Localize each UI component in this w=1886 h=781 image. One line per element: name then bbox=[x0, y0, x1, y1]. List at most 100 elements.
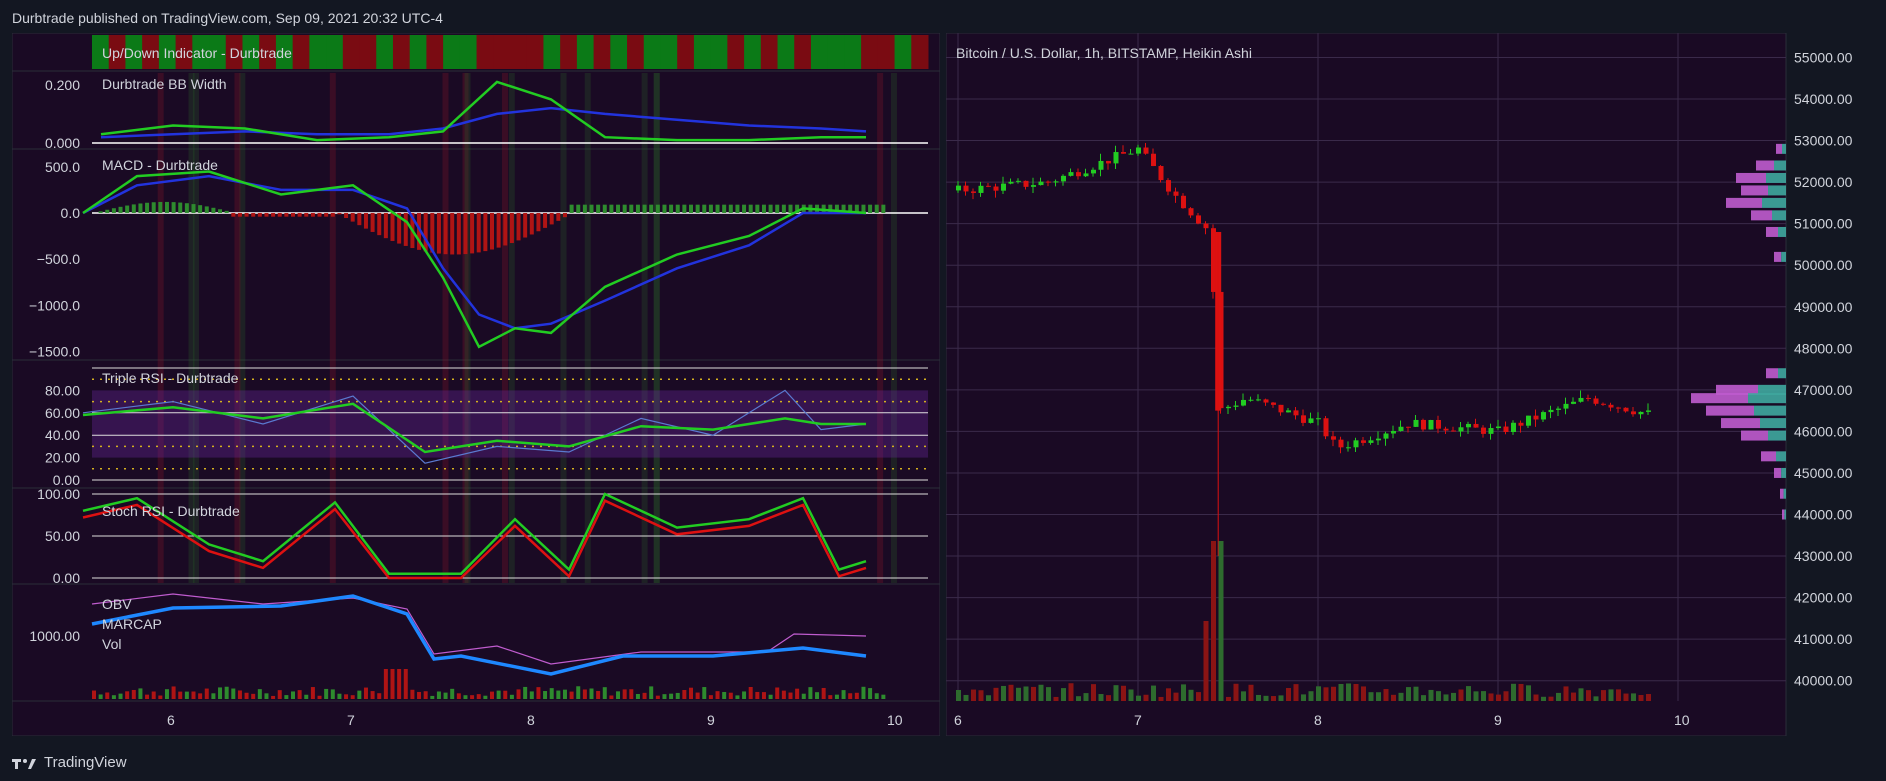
candle-body bbox=[1316, 418, 1321, 420]
macd-hist-bar bbox=[151, 202, 156, 213]
obv-vol-bar bbox=[470, 695, 475, 699]
volume-bar bbox=[956, 689, 961, 701]
macd-hist-bar bbox=[768, 204, 773, 213]
volume-bar bbox=[1188, 689, 1194, 701]
volume-bar bbox=[1046, 687, 1051, 701]
signal-band bbox=[641, 73, 648, 583]
volume-bar bbox=[1353, 683, 1359, 701]
obv-vol-bar bbox=[237, 690, 242, 699]
volume-profile-bar bbox=[1706, 405, 1754, 416]
candle-body bbox=[1308, 418, 1314, 423]
candle-body bbox=[1646, 410, 1651, 412]
candle-body bbox=[1008, 181, 1014, 184]
obv-vol-bar bbox=[304, 694, 309, 699]
macd-hist-bar bbox=[470, 212, 475, 254]
candle-body bbox=[1353, 440, 1359, 448]
macd-hist-bar bbox=[291, 212, 295, 217]
volume-profile-bar-up bbox=[1760, 418, 1786, 429]
trsi-tick: 60.00 bbox=[45, 405, 80, 421]
trsi-tick: 80.00 bbox=[45, 382, 80, 398]
signal-band bbox=[501, 73, 508, 583]
volume-bar bbox=[1638, 695, 1644, 701]
obv-vol-bar bbox=[708, 695, 713, 699]
macd-hist-bar bbox=[297, 212, 302, 217]
macd-hist-bar bbox=[662, 204, 667, 213]
obv-vol-bar bbox=[490, 691, 494, 699]
macd-hist-bar bbox=[529, 212, 534, 235]
candle-body bbox=[1368, 440, 1374, 443]
candle-body bbox=[1578, 397, 1584, 402]
macd-hist-bar bbox=[549, 212, 554, 225]
candle-body bbox=[1158, 166, 1164, 181]
obv-vol-bar bbox=[808, 687, 813, 699]
candle-body bbox=[1323, 418, 1329, 437]
volume-bar bbox=[971, 689, 976, 701]
macd-hist-bar bbox=[609, 204, 614, 213]
macd-hist-bar bbox=[775, 204, 780, 213]
macd-hist-bar bbox=[456, 212, 461, 255]
left-x-tick: 7 bbox=[347, 712, 355, 728]
volume-profile-bar bbox=[1691, 393, 1748, 404]
updown-bar bbox=[877, 35, 896, 69]
macd-hist-bar bbox=[450, 212, 455, 255]
obv-vol-bar bbox=[582, 689, 587, 699]
macd-hist-bar bbox=[868, 204, 873, 213]
macd-hist-bar bbox=[251, 212, 256, 217]
volume-profile-bar bbox=[1756, 160, 1774, 171]
volume-bar bbox=[986, 695, 991, 701]
macd-hist-bar bbox=[490, 212, 494, 250]
candle-body bbox=[1061, 175, 1066, 182]
candle-body bbox=[1608, 404, 1614, 408]
volume-bar bbox=[1143, 694, 1149, 701]
price-tick: 55000.00 bbox=[1794, 49, 1853, 65]
volume-bar bbox=[1646, 694, 1651, 701]
macd-hist-bar bbox=[695, 204, 700, 213]
obv-vol-bar bbox=[655, 695, 660, 699]
obv-vol-bar bbox=[244, 692, 249, 699]
updown-bar bbox=[426, 35, 444, 69]
obv-vol-bar bbox=[523, 686, 528, 699]
macd-hist-bar bbox=[689, 204, 693, 213]
candle-body bbox=[1016, 180, 1021, 182]
obv-vol-bar bbox=[164, 689, 169, 699]
price-tick: 45000.00 bbox=[1794, 465, 1853, 481]
obv-vol-bar bbox=[562, 689, 567, 699]
obv-vol-bar bbox=[629, 689, 634, 699]
volume-bar bbox=[1061, 688, 1066, 701]
right-frame bbox=[946, 33, 1787, 736]
volume-bar bbox=[1503, 691, 1509, 701]
obv-vol-bar bbox=[430, 695, 435, 699]
macd-hist-bar bbox=[204, 206, 209, 213]
signal-band bbox=[442, 73, 449, 583]
obv-vol-bar bbox=[251, 693, 256, 699]
obv-vol-bar bbox=[231, 688, 236, 699]
volume-bar bbox=[1436, 691, 1441, 701]
candle-body bbox=[1571, 401, 1576, 404]
macd-hist-bar bbox=[377, 212, 382, 236]
volume-profile-bar-up bbox=[1782, 143, 1786, 154]
obv-vol-bar bbox=[397, 669, 402, 699]
macd-hist-bar bbox=[556, 212, 561, 221]
candle-body bbox=[1496, 426, 1501, 429]
updown-bar bbox=[493, 35, 511, 69]
macd-hist-bar bbox=[708, 204, 713, 213]
volume-bar bbox=[1338, 683, 1344, 701]
stoch-tick: 100.00 bbox=[37, 486, 80, 502]
volume-bar bbox=[1136, 695, 1141, 701]
candle-body bbox=[1076, 172, 1081, 177]
candle-body bbox=[1391, 430, 1396, 434]
volume-bar bbox=[1473, 691, 1479, 701]
updown-bar bbox=[459, 35, 478, 69]
candle-body bbox=[1541, 412, 1546, 420]
macd-hist-bar bbox=[616, 204, 621, 213]
volume-profile-bar-up bbox=[1762, 197, 1786, 208]
candle-body bbox=[1248, 399, 1254, 401]
volume-bar bbox=[1593, 696, 1599, 701]
bbw-tick: 0.200 bbox=[45, 77, 80, 93]
candle-body bbox=[1121, 152, 1126, 154]
volume-bar bbox=[1083, 693, 1089, 701]
volume-profile-bar bbox=[1726, 197, 1762, 208]
obv-vol-bar bbox=[722, 691, 727, 699]
candle-body bbox=[978, 185, 984, 193]
candle-body bbox=[986, 185, 991, 187]
